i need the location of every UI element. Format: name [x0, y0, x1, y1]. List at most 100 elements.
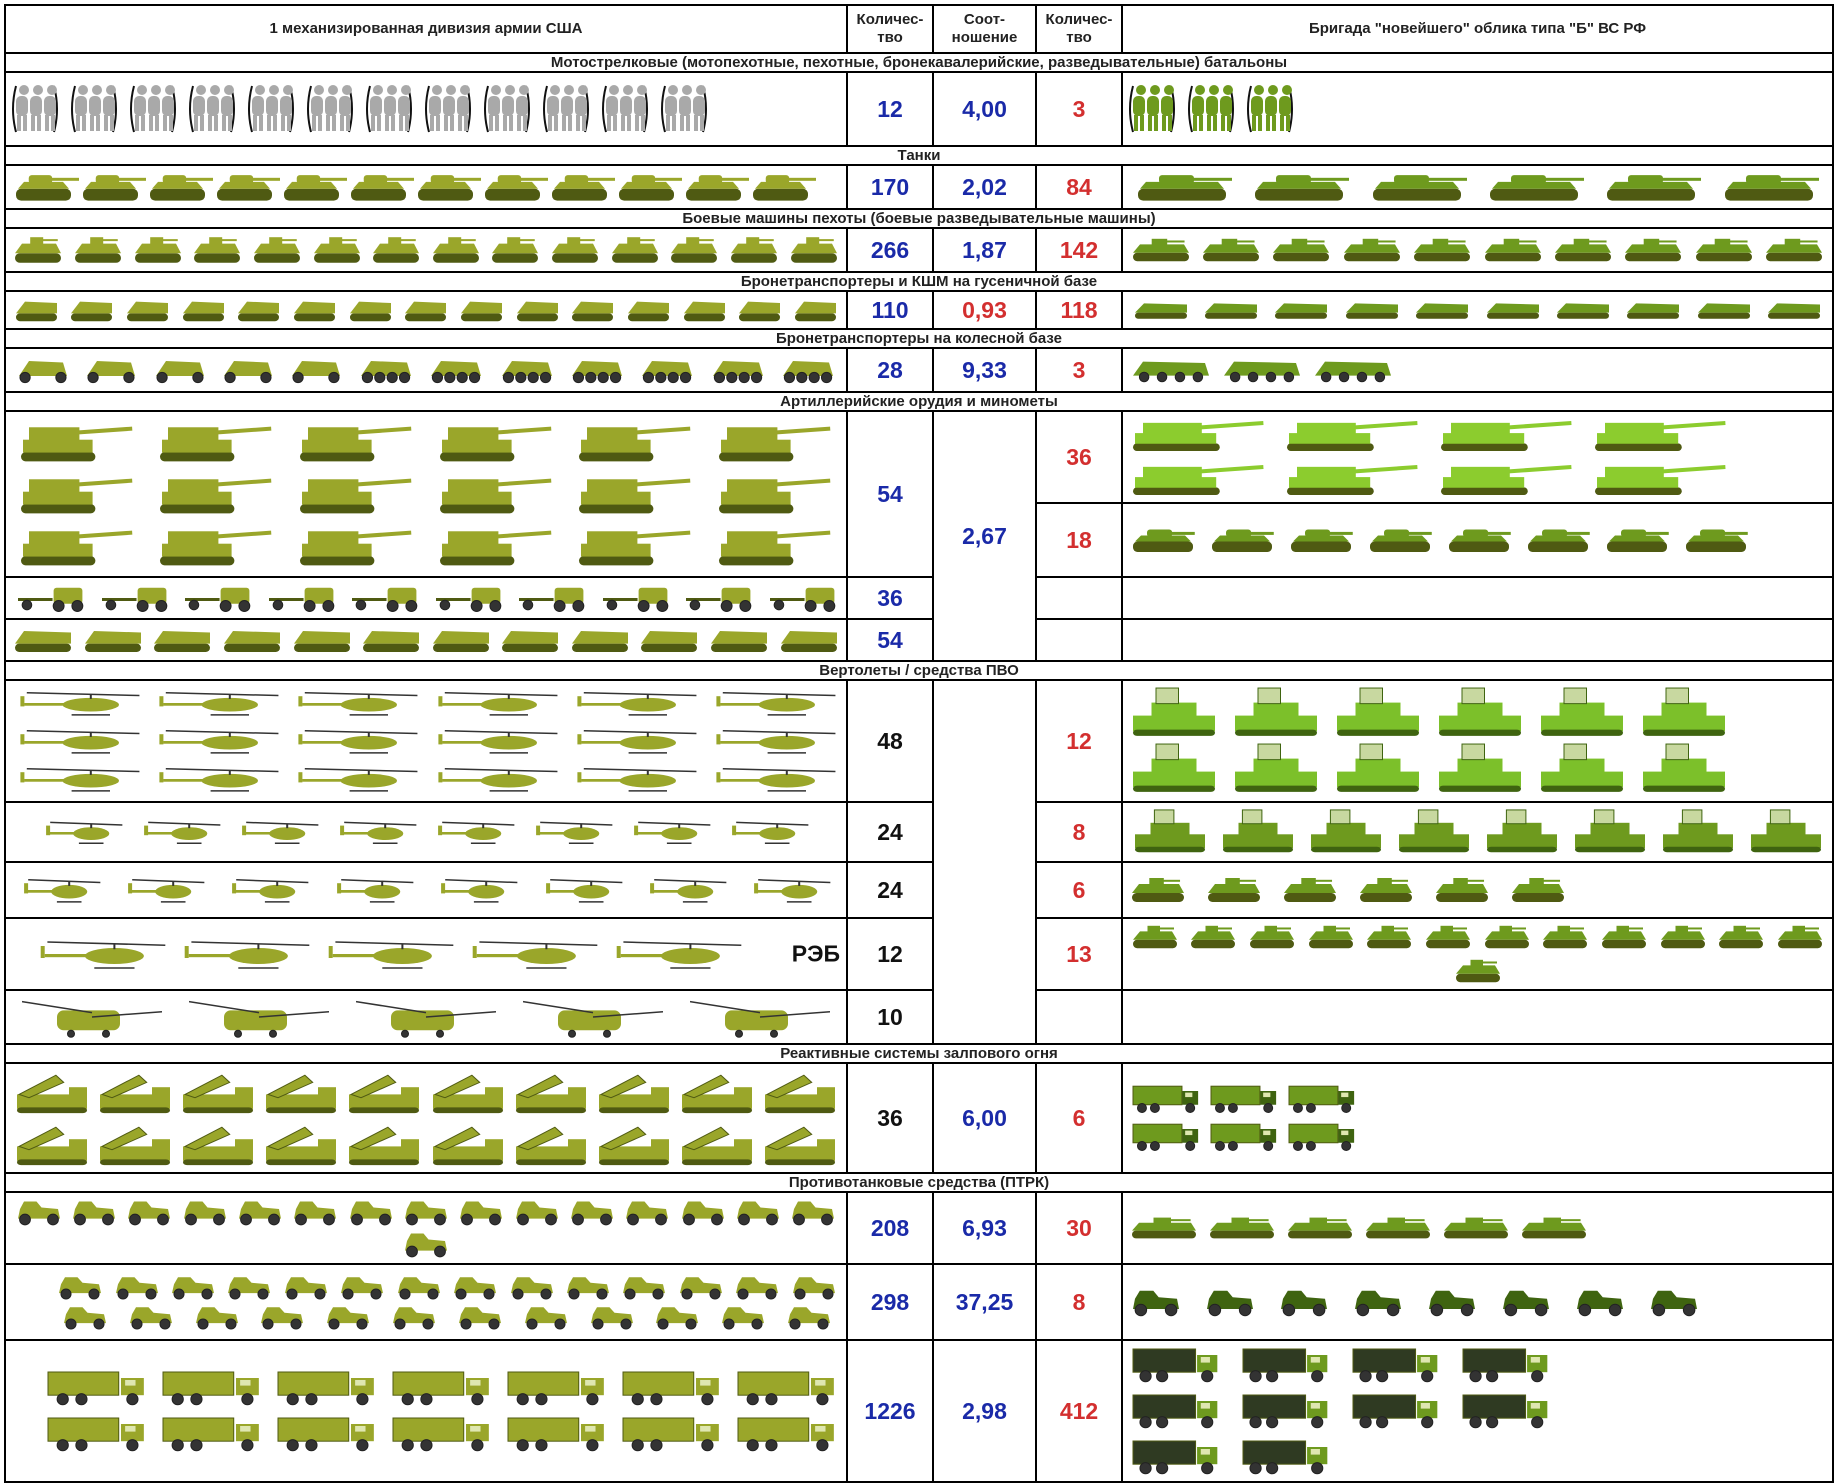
ew-helicopter-icon: [616, 941, 742, 969]
towed-howitzer-icon: [101, 587, 168, 612]
us-tracked-apc-icon: [795, 301, 837, 322]
ru-tank-icon: [1138, 175, 1233, 201]
ru-sam-launcher-icon: [1439, 687, 1521, 736]
us-tracked-apc-icon: [238, 301, 280, 322]
ru-tigr-icon: [1207, 1290, 1253, 1317]
towed-howitzer-icon: [519, 587, 585, 612]
ru-tunguska-icon: [1310, 809, 1381, 853]
mlrs-launcher-icon: [515, 1074, 586, 1114]
towed-howitzer-icon-group: [7, 579, 845, 617]
mlrs-launcher-icon: [99, 1126, 170, 1166]
ru-tigr-icon-group: [1124, 1282, 1831, 1322]
ru-count-ifv: 142: [1035, 227, 1123, 273]
humvee-icon: [590, 1307, 633, 1330]
us-tracked-apc-icon-group: [7, 293, 845, 327]
ru-tunguska-icon: [1222, 809, 1293, 853]
us-wheeled-apc-icon: [292, 361, 341, 384]
us-wheeled-apc-icon-group: [7, 351, 845, 389]
blackhawk-helicopter-icon: [20, 768, 140, 792]
ru-kamaz-truck-icon: [1132, 1394, 1218, 1429]
infantry-battalion-icon: [248, 85, 294, 133]
section-infantry: Мотострелковые (мотопехотные, пехотные, …: [4, 52, 1834, 73]
ru-kamaz-truck-icon: [1352, 1348, 1438, 1383]
mortar-carrier-icon: [293, 631, 350, 652]
apache-helicopter-icon: [732, 821, 809, 844]
us-at-2-cell: [4, 1263, 848, 1341]
us-division-title: 1 механизированная дивизия армии США: [4, 4, 848, 54]
us-count-at-2: 298: [846, 1263, 934, 1341]
mlrs-launcher-icon: [266, 1126, 337, 1166]
ru-ifv-icon-group: [1124, 232, 1831, 268]
ru-kamaz-truck-icon: [1242, 1348, 1328, 1383]
ru-tunguska-icon: [1750, 809, 1821, 853]
us-wheeled-apc-icon: [431, 361, 482, 384]
mlrs-launcher-icon: [349, 1074, 420, 1114]
humvee-tow-icon: [570, 1201, 613, 1226]
us-ifv-icon: [373, 237, 420, 263]
ru-count-empty-2: [1035, 618, 1123, 662]
us-sp-howitzer-icon: [20, 478, 133, 514]
ru-tigr-icon: [1577, 1290, 1623, 1317]
blackhawk-helicopter-icon: [577, 692, 697, 716]
ru-mtlb-ad-icon: [1426, 925, 1471, 949]
us-heli-1-cell: [4, 679, 848, 803]
us-ifv-icon: [552, 237, 599, 263]
ru-tigr-icon: [1503, 1290, 1549, 1317]
ru-grad-truck-icon: [1288, 1123, 1355, 1151]
mlrs-launcher-icon: [266, 1074, 337, 1114]
us-tracked-apc-icon: [461, 301, 503, 322]
us-infantry-cell: [4, 71, 848, 147]
infantry-battalion-icon: [71, 85, 117, 133]
mortar-carrier-icon: [502, 631, 559, 652]
us-sp-howitzer-icon-group: [7, 415, 845, 573]
ru-mtlb-ad-icon: [1250, 925, 1295, 949]
humvee-icon: [397, 1277, 440, 1300]
ru-count-trucks: 412: [1035, 1339, 1123, 1483]
us-sp-howitzer-icon: [300, 530, 412, 566]
ru-sp-howitzer-icon: [1595, 465, 1726, 495]
us-truck-icon: [737, 1417, 835, 1452]
ratio-artillery: 2,67: [932, 410, 1037, 662]
ru-ifv-icon: [1132, 238, 1189, 262]
comparison-table: 1 механизированная дивизия армии США Кол…: [4, 4, 1834, 1483]
us-wheeled-apc-icon: [642, 361, 693, 384]
ru-count-tanks: 84: [1035, 164, 1123, 210]
ru-sp-mortar-icon-group: [1124, 521, 1831, 559]
blackhawk-helicopter-icon: [159, 768, 279, 792]
ru-wheeled-apc-cell: [1121, 347, 1834, 393]
ratio-wheeled-apc: 9,33: [932, 347, 1037, 393]
mlrs-launcher-icon: [432, 1126, 503, 1166]
ru-tunguska-icon-group: [1124, 805, 1831, 859]
humvee-icon: [63, 1307, 106, 1330]
ew-label: РЭБ: [791, 940, 840, 967]
us-truck-icon: [277, 1371, 374, 1406]
ru-ifv-cell: [1121, 227, 1834, 273]
mlrs-launcher-icon: [765, 1126, 836, 1166]
ru-at-1-cell: [1121, 1191, 1834, 1265]
blackhawk-helicopter-icon: [298, 730, 418, 754]
us-ifv-icon-group: [7, 230, 845, 270]
us-ifv-icon: [253, 237, 300, 263]
ru-sp-mortar-cell: [1121, 502, 1834, 578]
ru-count-sp-mortar: 18: [1035, 502, 1123, 578]
ru-strela-icon-group: [1124, 871, 1831, 909]
ru-sp-mortar-icon: [1607, 529, 1669, 552]
us-truck-icon: [507, 1371, 604, 1406]
mortar-carrier-icon: [711, 631, 768, 652]
ru-count-mlrs: 6: [1035, 1062, 1123, 1174]
us-tracked-apc-icon: [516, 301, 558, 322]
us-tank-icon: [418, 175, 481, 201]
towed-howitzer-icon: [769, 587, 836, 612]
ru-count-infantry: 3: [1035, 71, 1123, 147]
humvee-icon: [792, 1277, 835, 1300]
ru-mtlb-ad-icon: [1308, 925, 1353, 949]
ru-mtlb-ad-icon-group: [1124, 920, 1831, 988]
us-wheeled-apc-icon: [360, 361, 411, 384]
us-count-mortar: 54: [846, 618, 934, 662]
us-heli-5-cell: [4, 989, 848, 1045]
ru-tracked-apc-icon: [1557, 303, 1610, 319]
blackhawk-helicopter-icon: [438, 768, 558, 792]
us-wheeled-apc-icon: [87, 361, 136, 384]
ru-sp-mortar-icon: [1686, 529, 1748, 552]
ru-strela-icon: [1436, 878, 1488, 902]
